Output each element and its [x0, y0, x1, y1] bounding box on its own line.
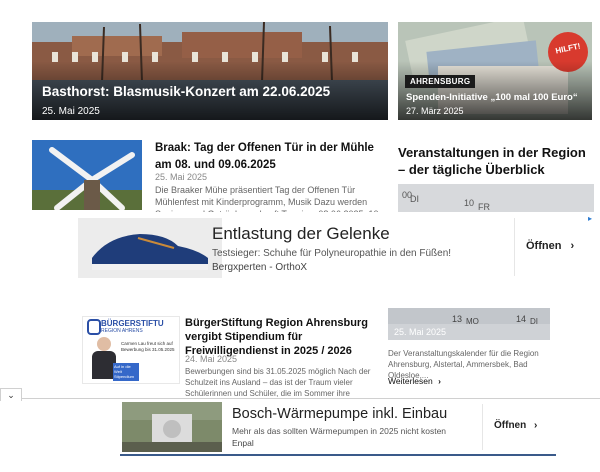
events-heading[interactable]: Veranstaltungen in der Region – der tägl… — [398, 144, 594, 178]
article-title-buerger[interactable]: BürgerStiftung Region Ahrensburg vergibt… — [185, 316, 381, 358]
ad-open-button[interactable]: Öffnen › — [494, 420, 537, 431]
logo-sub: REGION AHRENS — [101, 328, 143, 334]
cal-label: 13 — [452, 314, 463, 324]
poster: Auf in die Welt Stipendium — [113, 363, 139, 381]
ad-open-label: Öffnen — [526, 240, 562, 252]
read-more-label: Weiterlesen — [388, 376, 433, 386]
read-more-link[interactable]: Weiterlesen › — [388, 376, 441, 386]
hero-date-spenden: 27. März 2025 — [406, 106, 464, 116]
calendar-image[interactable]: 13 MO 14 DI 25. Mai 2025 — [388, 308, 550, 340]
ad-headline[interactable]: Bosch-Wärmepumpe inkl. Einbau — [232, 406, 447, 422]
calendar-date-overlay: 25. Mai 2025 — [394, 327, 447, 337]
logo-text: BÜRGERSTIFTU — [101, 319, 164, 328]
ad-top-border — [0, 398, 600, 399]
ad-banner-waermepumpe[interactable]: Bosch-Wärmepumpe inkl. Einbau Mehr als d… — [120, 400, 556, 454]
ad-divider — [514, 218, 515, 276]
chevron-right-icon: › — [438, 376, 441, 386]
chevron-right-icon: › — [534, 420, 538, 431]
chevron-right-icon: › — [570, 240, 575, 252]
ad-open-label: Öffnen — [494, 420, 527, 431]
ad-banner-shoes[interactable]: ▸ Entlastung der Gelenke Testsieger: Sch… — [26, 212, 600, 282]
cal-label: FR — [478, 202, 490, 212]
logo-mark — [87, 319, 101, 335]
article-image-buerger[interactable]: BÜRGERSTIFTU REGION AHRENS Carmen Lau fr… — [82, 316, 180, 384]
ad-image-shoe[interactable] — [78, 218, 222, 278]
cal-label: DI — [410, 194, 419, 204]
cal-label: MO — [466, 317, 479, 326]
hero-title-spenden[interactable]: Spenden-Initiative „100 mal 100 Euro“ — [406, 92, 586, 103]
ad-info-icon[interactable]: ▸ — [588, 214, 592, 223]
ad-open-button[interactable]: Öffnen › — [526, 240, 574, 252]
ad-divider — [482, 404, 483, 450]
bottom-accent-line — [120, 454, 556, 456]
article-excerpt-braak: Die Braaker Mühe präsentiert Tag der Off… — [155, 185, 381, 214]
ad-subtitle: Testsieger: Schuhe für Polyneuropathie i… — [212, 248, 452, 259]
category-tag[interactable]: AHRENSBURG — [405, 75, 476, 88]
ad-headline[interactable]: Entlastung der Gelenke — [212, 224, 390, 244]
hero-card-spenden[interactable]: HILFT! AHRENSBURG Spenden-Initiative „10… — [398, 22, 592, 120]
hero-title-basthorst[interactable]: Basthorst: Blasmusik-Konzert am 22.06.20… — [42, 84, 382, 99]
hero-card-basthorst[interactable]: Basthorst: Blasmusik-Konzert am 22.06.20… — [32, 22, 388, 120]
article-title-braak[interactable]: Braak: Tag der Offenen Tür in der Mühle … — [155, 140, 383, 174]
ad-subtitle: Mehr als das sollten Wärmepumpen in 2025… — [232, 426, 447, 436]
cal-label: DI — [530, 317, 538, 326]
ad-image-heatpump[interactable] — [122, 402, 222, 452]
collapse-tab[interactable]: ⌄ — [0, 388, 22, 401]
person-caption: Carmen Lau freut sich auf Bewerbung bis … — [121, 341, 175, 352]
chevron-down-icon: ⌄ — [7, 390, 15, 400]
article-date-braak: 25. Mai 2025 — [155, 172, 208, 182]
cal-label: 14 — [516, 314, 527, 324]
article-excerpt-buerger: Bewerbungen sind bis 31.05.2025 möglich … — [185, 367, 371, 398]
article-date-buerger: 24. Mai 2025 — [185, 354, 238, 364]
ad-source: Bergxperten - OrthoX — [212, 262, 308, 273]
hero-date-basthorst: 25. Mai 2025 — [42, 106, 100, 117]
article-image-braak[interactable] — [32, 140, 142, 210]
ad-source: Enpal — [232, 438, 254, 448]
cal-label: 10 — [464, 198, 475, 208]
